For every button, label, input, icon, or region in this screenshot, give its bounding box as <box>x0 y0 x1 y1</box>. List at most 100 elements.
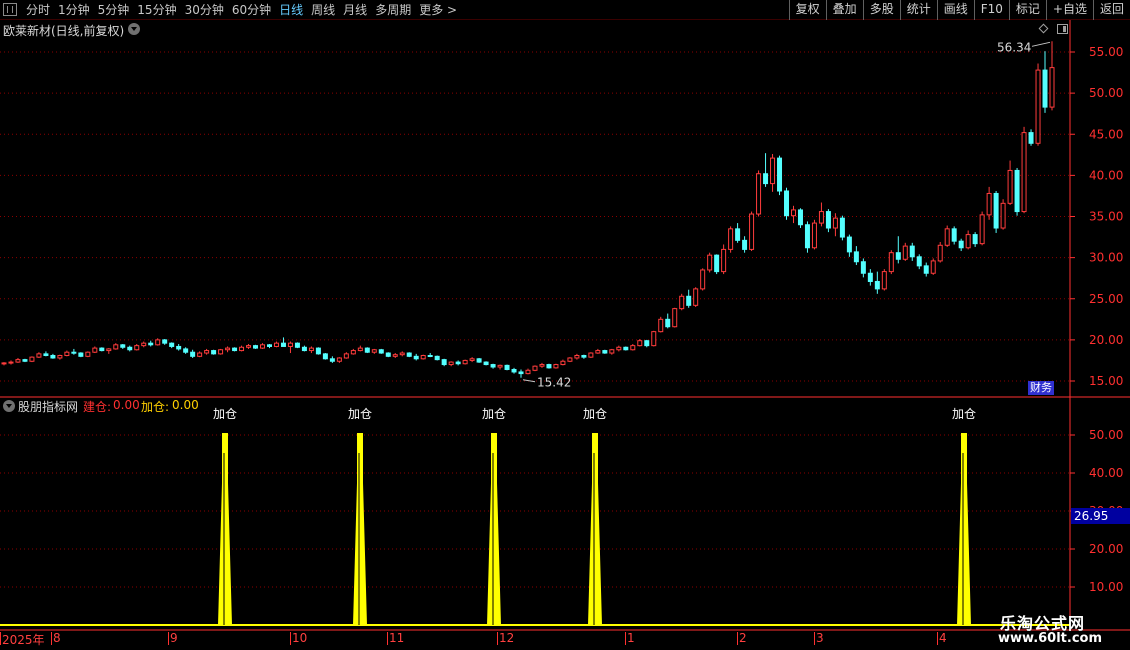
candle-body <box>756 173 762 215</box>
candle-body <box>448 361 454 366</box>
candle-body <box>148 342 154 346</box>
candle-body <box>469 358 475 361</box>
candle-body <box>588 352 594 358</box>
jiancang-label: 建仓: <box>83 400 112 414</box>
time-tick <box>51 632 52 645</box>
price-tick-label: 50.00 <box>1089 86 1123 100</box>
finance-tag[interactable]: 财务 <box>1028 381 1054 395</box>
toolbar-button-5[interactable]: F10 <box>973 0 1009 20</box>
candle-body <box>280 342 286 347</box>
candle-body <box>658 318 664 333</box>
candle-body <box>1049 67 1055 108</box>
indicator-tick-label: 40.00 <box>1089 466 1123 480</box>
period-tab-6[interactable]: 日线 <box>275 2 307 18</box>
candle-body <box>777 157 783 192</box>
candle-body <box>364 347 370 353</box>
candle-body <box>141 342 147 347</box>
toolbar-button-1[interactable]: 叠加 <box>825 0 863 20</box>
period-tab-9[interactable]: 多周期 <box>371 2 415 18</box>
candle-body <box>483 361 489 366</box>
candle-body <box>497 364 503 368</box>
candle-body <box>266 344 272 347</box>
time-tick <box>497 632 498 645</box>
candle-body <box>57 355 63 359</box>
toolbar-button-4[interactable]: 画线 <box>936 0 974 20</box>
watermark-url: www.60lt.com <box>998 631 1103 646</box>
candle-body <box>385 352 391 357</box>
kline-chart[interactable]: 55.00 50.00 45.00 40.00 35.00 30.00 25.00 20.00… <box>0 20 1130 631</box>
period-tab-0[interactable]: 分时 <box>22 2 54 18</box>
candle-body <box>714 254 720 273</box>
candle-body <box>92 347 98 353</box>
candle-body <box>260 344 266 349</box>
period-tab-7[interactable]: 周线 <box>307 2 339 18</box>
candle-body <box>8 361 14 364</box>
candle-body <box>742 239 748 250</box>
candle-body <box>169 342 175 347</box>
candle-body <box>860 261 866 274</box>
candle-body <box>518 371 524 375</box>
candle-body <box>406 352 412 357</box>
candle-body <box>15 359 21 363</box>
jiacang-label: 加仓: <box>141 400 170 414</box>
candle-body <box>616 346 622 351</box>
period-tab-2[interactable]: 5分钟 <box>94 2 134 18</box>
price-tick-label: 55.00 <box>1089 45 1123 59</box>
candle-body <box>476 358 482 363</box>
candle-body <box>881 271 887 290</box>
candle-body <box>553 364 559 369</box>
toolbar-button-2[interactable]: 多股 <box>862 0 900 20</box>
price-tick-label: 45.00 <box>1089 127 1123 141</box>
candle-body <box>630 345 636 351</box>
candle-body <box>155 339 161 346</box>
chevron-down-icon[interactable] <box>3 400 15 412</box>
candle-body <box>909 245 915 258</box>
time-label: 1 <box>627 631 635 645</box>
toolbar-right-buttons: 复权 叠加 多股 统计 画线 F10 标记 +自选 返回 <box>788 0 1130 20</box>
time-label: 11 <box>389 631 405 645</box>
period-tab-3[interactable]: 15分钟 <box>133 2 180 18</box>
candle-body <box>735 228 741 241</box>
candle-body <box>350 350 356 355</box>
time-tick <box>737 632 738 645</box>
time-tick <box>625 632 626 645</box>
candle-body <box>525 369 531 375</box>
candle-body <box>1035 69 1041 144</box>
candle-body <box>532 365 538 371</box>
candle-body <box>637 340 643 347</box>
candle-body <box>1 362 7 365</box>
price-tick-label: 25.00 <box>1089 292 1123 306</box>
candle-body <box>43 353 49 357</box>
candle-body <box>120 344 126 348</box>
candle-body <box>253 345 259 349</box>
time-tick <box>937 632 938 645</box>
candle-body <box>71 351 77 354</box>
toolbar-button-7[interactable]: +自选 <box>1045 0 1093 20</box>
toolbar-button-0[interactable]: 复权 <box>788 0 826 20</box>
menu-icon[interactable] <box>3 3 17 16</box>
time-label: 2025年 <box>2 633 45 647</box>
period-tab-1[interactable]: 1分钟 <box>54 2 94 18</box>
candle-body <box>357 347 363 352</box>
candle-body <box>951 228 957 242</box>
period-tab-5[interactable]: 60分钟 <box>228 2 275 18</box>
toolbar-button-8[interactable]: 返回 <box>1092 0 1130 20</box>
period-tab-8[interactable]: 月线 <box>339 2 371 18</box>
price-tick-label: 35.00 <box>1089 210 1123 224</box>
period-tab-10[interactable]: 更多 > <box>415 2 461 18</box>
candle-body <box>50 355 56 359</box>
toolbar-button-6[interactable]: 标记 <box>1008 0 1046 20</box>
time-tick <box>290 632 291 645</box>
indicator-tick-label: 50.00 <box>1089 428 1123 442</box>
candle-body <box>455 361 461 365</box>
candle-body <box>965 234 971 249</box>
price-tick-label: 30.00 <box>1089 251 1123 265</box>
candle-body <box>902 245 908 260</box>
candle-body <box>197 352 203 357</box>
price-tick-label: 20.00 <box>1089 333 1123 347</box>
toolbar-button-3[interactable]: 统计 <box>899 0 937 20</box>
period-tab-4[interactable]: 30分钟 <box>181 2 228 18</box>
low-price-label: 15.42 <box>537 376 571 390</box>
candle-body <box>246 345 252 348</box>
candle-body <box>113 344 119 350</box>
